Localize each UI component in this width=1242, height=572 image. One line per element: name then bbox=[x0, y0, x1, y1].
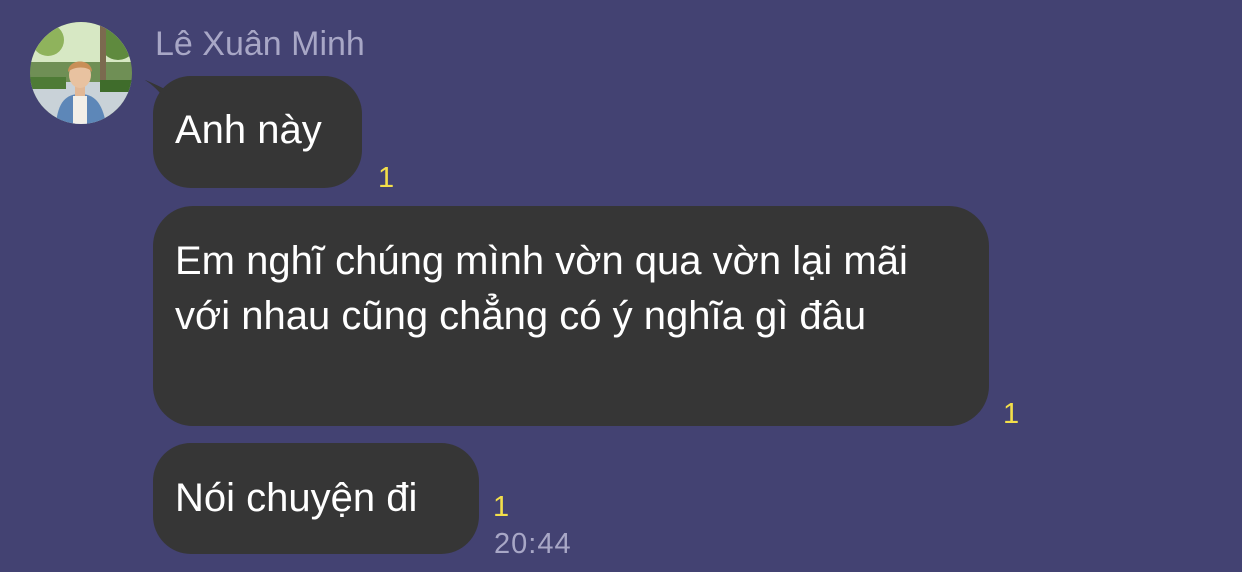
message-bubble[interactable]: Em nghĩ chúng mình vờn qua vờn lại mãi v… bbox=[153, 206, 989, 426]
message-bubble[interactable]: Nói chuyện đi bbox=[153, 443, 479, 554]
sender-name: Lê Xuân Minh bbox=[155, 25, 365, 63]
message-text: Nói chuyện đi bbox=[175, 476, 418, 520]
read-count: 1 bbox=[378, 162, 395, 194]
message-bubble[interactable]: Anh này bbox=[153, 76, 362, 188]
message-text: Em nghĩ chúng mình vờn qua vờn lại mãi v… bbox=[175, 239, 908, 338]
sender-avatar[interactable] bbox=[30, 22, 132, 124]
read-count: 1 bbox=[1003, 398, 1020, 430]
message-text: Anh này bbox=[175, 108, 322, 152]
message-timestamp: 20:44 bbox=[494, 528, 572, 560]
avatar-photo bbox=[30, 22, 132, 124]
read-count: 1 bbox=[493, 491, 510, 523]
